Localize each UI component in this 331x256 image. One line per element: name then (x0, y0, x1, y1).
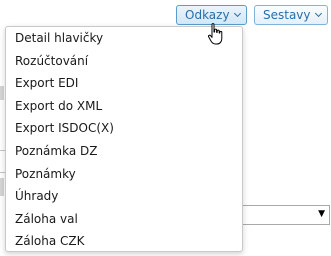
links-dropdown-menu: Detail hlavičky Rozúčtování Export EDI E… (5, 26, 243, 252)
links-button-label: Odkazy (185, 8, 230, 22)
menu-item-notes[interactable]: Poznámky (6, 163, 242, 186)
menu-item-export-isdoc[interactable]: Export ISDOC(X) (6, 117, 242, 140)
reports-button[interactable]: Sestavy (254, 5, 328, 25)
background-select[interactable]: ▼ (238, 205, 330, 225)
chevron-down-icon (314, 9, 322, 18)
menu-item-advance-czk[interactable]: Záloha CZK (6, 230, 242, 253)
menu-item-advance-foreign[interactable]: Záloha val (6, 208, 242, 231)
menu-item-allocation[interactable]: Rozúčtování (6, 50, 242, 73)
reports-button-label: Sestavy (263, 8, 311, 22)
hand-pointer-icon (207, 23, 223, 45)
background-field-edge (0, 178, 4, 196)
menu-item-note-dz[interactable]: Poznámka DZ (6, 140, 242, 163)
menu-item-export-edi[interactable]: Export EDI (6, 72, 242, 95)
select-arrow-icon: ▼ (318, 209, 325, 219)
background-field-edge (0, 86, 4, 100)
menu-item-export-xml[interactable]: Export do XML (6, 95, 242, 118)
menu-item-payments[interactable]: Úhrady (6, 185, 242, 208)
chevron-down-icon (233, 9, 241, 18)
page: ▼ Odkazy Sestavy Detail hlavičky Rozúčto… (0, 0, 331, 256)
